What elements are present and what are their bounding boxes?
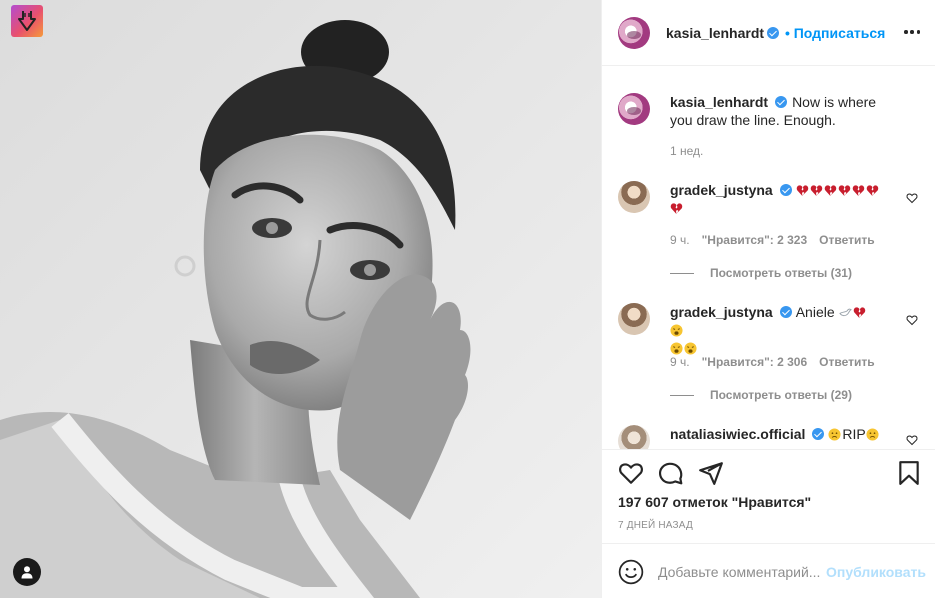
portrait-image [0, 0, 601, 598]
caption: kasia_lenhardt Now is where you draw the … [618, 93, 918, 163]
comment-text: RIP [842, 426, 866, 442]
comment-meta: 9 ч. "Нравится": 2 306 Ответить [670, 355, 875, 369]
download-arrow-icon [18, 11, 36, 31]
add-comment-bar: Опубликовать [602, 543, 935, 598]
more-options-icon[interactable] [904, 24, 920, 40]
author-username[interactable]: kasia_lenhardt [666, 25, 764, 41]
verified-badge-icon [767, 27, 780, 39]
bookmark-icon[interactable] [896, 460, 922, 486]
view-replies-label: Посмотреть ответы (31) [710, 266, 852, 280]
comment-time[interactable]: 9 ч. [670, 233, 690, 247]
comment-username[interactable]: gradek_justyna [670, 304, 773, 320]
reply-button[interactable]: Ответить [819, 355, 874, 369]
verified-badge-icon [779, 184, 792, 196]
verified-badge-icon [779, 306, 792, 318]
frowning-face-icon [828, 428, 841, 441]
author-line: kasia_lenhardt • Подписаться [666, 25, 885, 41]
broken-heart-icon [838, 185, 850, 197]
comment-time[interactable]: 9 ч. [670, 355, 690, 369]
broken-heart-icon [796, 185, 808, 197]
commenter-avatar[interactable] [618, 303, 650, 335]
publish-comment-button[interactable]: Опубликовать [826, 564, 926, 580]
weary-face-icon [670, 342, 683, 355]
caption-username[interactable]: kasia_lenhardt [670, 94, 768, 110]
tagged-users-button[interactable] [13, 558, 41, 586]
post-sidebar: kasia_lenhardt • Подписаться kasia_lenha… [601, 0, 935, 598]
caption-avatar[interactable] [618, 93, 650, 125]
frowning-face-icon [866, 428, 879, 441]
view-replies-button[interactable]: Посмотреть ответы (29) [670, 388, 852, 402]
weary-face-icon [670, 324, 683, 337]
likes-count[interactable]: 197 607 отметок "Нравится" [618, 494, 811, 510]
verified-badge-icon [775, 96, 788, 108]
comment-item: gradek_justyna Aniele 9 ч. "Нравится": 2 3… [618, 303, 918, 403]
comment-item: nataliasiwiec.official RIP [618, 425, 918, 449]
comments-list[interactable]: kasia_lenhardt Now is where you draw the … [602, 66, 935, 449]
paper-plane-icon[interactable] [698, 460, 724, 486]
broken-heart-icon [866, 185, 878, 197]
broken-heart-icon [853, 307, 865, 319]
user-tag-icon [21, 566, 33, 579]
comment-likes[interactable]: "Нравится": 2 323 [702, 233, 808, 247]
replies-divider [670, 394, 694, 396]
post-photo[interactable] [0, 0, 601, 598]
like-comment-heart-icon[interactable] [906, 314, 918, 326]
comment-username[interactable]: nataliasiwiec.official [670, 426, 805, 442]
commenter-avatar[interactable] [618, 181, 650, 213]
post-date[interactable]: 7 ДНЕЙ НАЗАД [618, 520, 693, 531]
view-replies-label: Посмотреть ответы (29) [710, 388, 852, 402]
broken-heart-icon [824, 185, 836, 197]
comment-text: Aniele [795, 304, 835, 320]
verified-badge-icon [812, 428, 825, 440]
broken-heart-icon [670, 203, 683, 215]
like-comment-heart-icon[interactable] [906, 192, 918, 204]
view-replies-button[interactable]: Посмотреть ответы (31) [670, 266, 852, 280]
caption-time[interactable]: 1 нед. [670, 144, 703, 158]
replies-divider [670, 272, 694, 274]
dove-icon [838, 308, 852, 317]
comment-meta: 9 ч. "Нравится": 2 323 Ответить [670, 233, 875, 247]
weary-face-icon [684, 342, 697, 355]
broken-heart-icon [810, 185, 822, 197]
comment-likes[interactable]: "Нравится": 2 306 [702, 355, 808, 369]
smiley-icon[interactable] [618, 559, 644, 585]
post-header: kasia_lenhardt • Подписаться [602, 0, 935, 66]
like-comment-heart-icon[interactable] [906, 434, 918, 446]
download-extension-button[interactable] [11, 5, 43, 37]
reply-button[interactable]: Ответить [819, 233, 874, 247]
heart-icon[interactable] [618, 460, 644, 486]
follow-button[interactable]: • Подписаться [785, 25, 885, 41]
comment-username[interactable]: gradek_justyna [670, 182, 773, 198]
broken-heart-icon [852, 185, 864, 197]
commenter-avatar[interactable] [618, 425, 650, 449]
comment-bubble-icon[interactable] [658, 460, 684, 486]
post-actions: 197 607 отметок "Нравится" 7 ДНЕЙ НАЗАД [602, 449, 935, 543]
author-avatar[interactable] [618, 17, 650, 49]
comment-item: gradek_justyna 9 ч. "Нравится": 2 323 Отве… [618, 181, 918, 281]
comment-input[interactable] [658, 560, 822, 584]
